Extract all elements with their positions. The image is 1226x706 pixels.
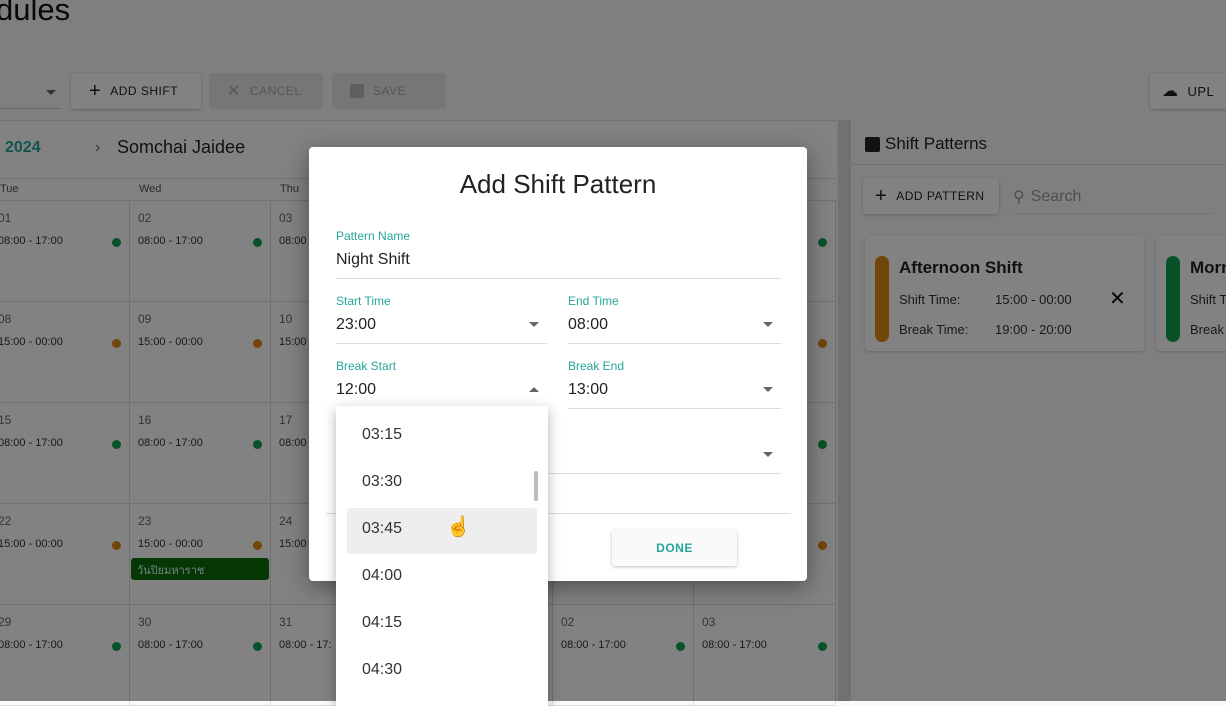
end-time-select[interactable]: End Time 08:00 [568, 294, 781, 344]
field-label: Break End [568, 359, 625, 373]
chevron-down-icon [763, 322, 773, 327]
dropdown-scrollbar[interactable] [534, 471, 538, 501]
break-end-select[interactable]: Break End 13:00 [568, 359, 781, 409]
field-value: 12:00 [336, 381, 377, 398]
dropdown-option[interactable]: 03:15 [347, 414, 537, 460]
cursor-hand-icon: ☝ [446, 516, 471, 538]
field-label: Pattern Name [336, 229, 411, 243]
chevron-down-icon [529, 322, 539, 327]
dialog-title: Add Shift Pattern [459, 169, 657, 199]
dropdown-option[interactable]: 04:00 [347, 555, 537, 601]
chevron-down-icon [763, 387, 773, 392]
field-value: 13:00 [568, 381, 609, 398]
dropdown-option[interactable]: 04:30 [347, 649, 537, 695]
chevron-down-icon [763, 452, 773, 457]
field-value: Night Shift [336, 251, 410, 268]
field-label: Break Start [336, 359, 397, 373]
break-start-dropdown: 03:15 03:30 03:45 04:00 04:15 04:30 [336, 406, 548, 706]
start-time-select[interactable]: Start Time 23:00 [336, 294, 547, 344]
done-button[interactable]: DONE [612, 530, 737, 566]
field-label: Start Time [336, 294, 391, 308]
dropdown-option[interactable]: 03:30 [347, 461, 537, 507]
dropdown-option[interactable]: 04:15 [347, 602, 537, 648]
field-value: 08:00 [568, 316, 609, 333]
dropdown-option[interactable]: 03:45 [347, 508, 537, 554]
field-label: End Time [568, 294, 619, 308]
break-start-select[interactable]: Break Start 12:00 [336, 359, 547, 409]
field-value: 23:00 [336, 316, 377, 333]
chevron-up-icon [529, 387, 539, 392]
pattern-name-field[interactable]: Pattern Name Night Shift [336, 229, 781, 279]
